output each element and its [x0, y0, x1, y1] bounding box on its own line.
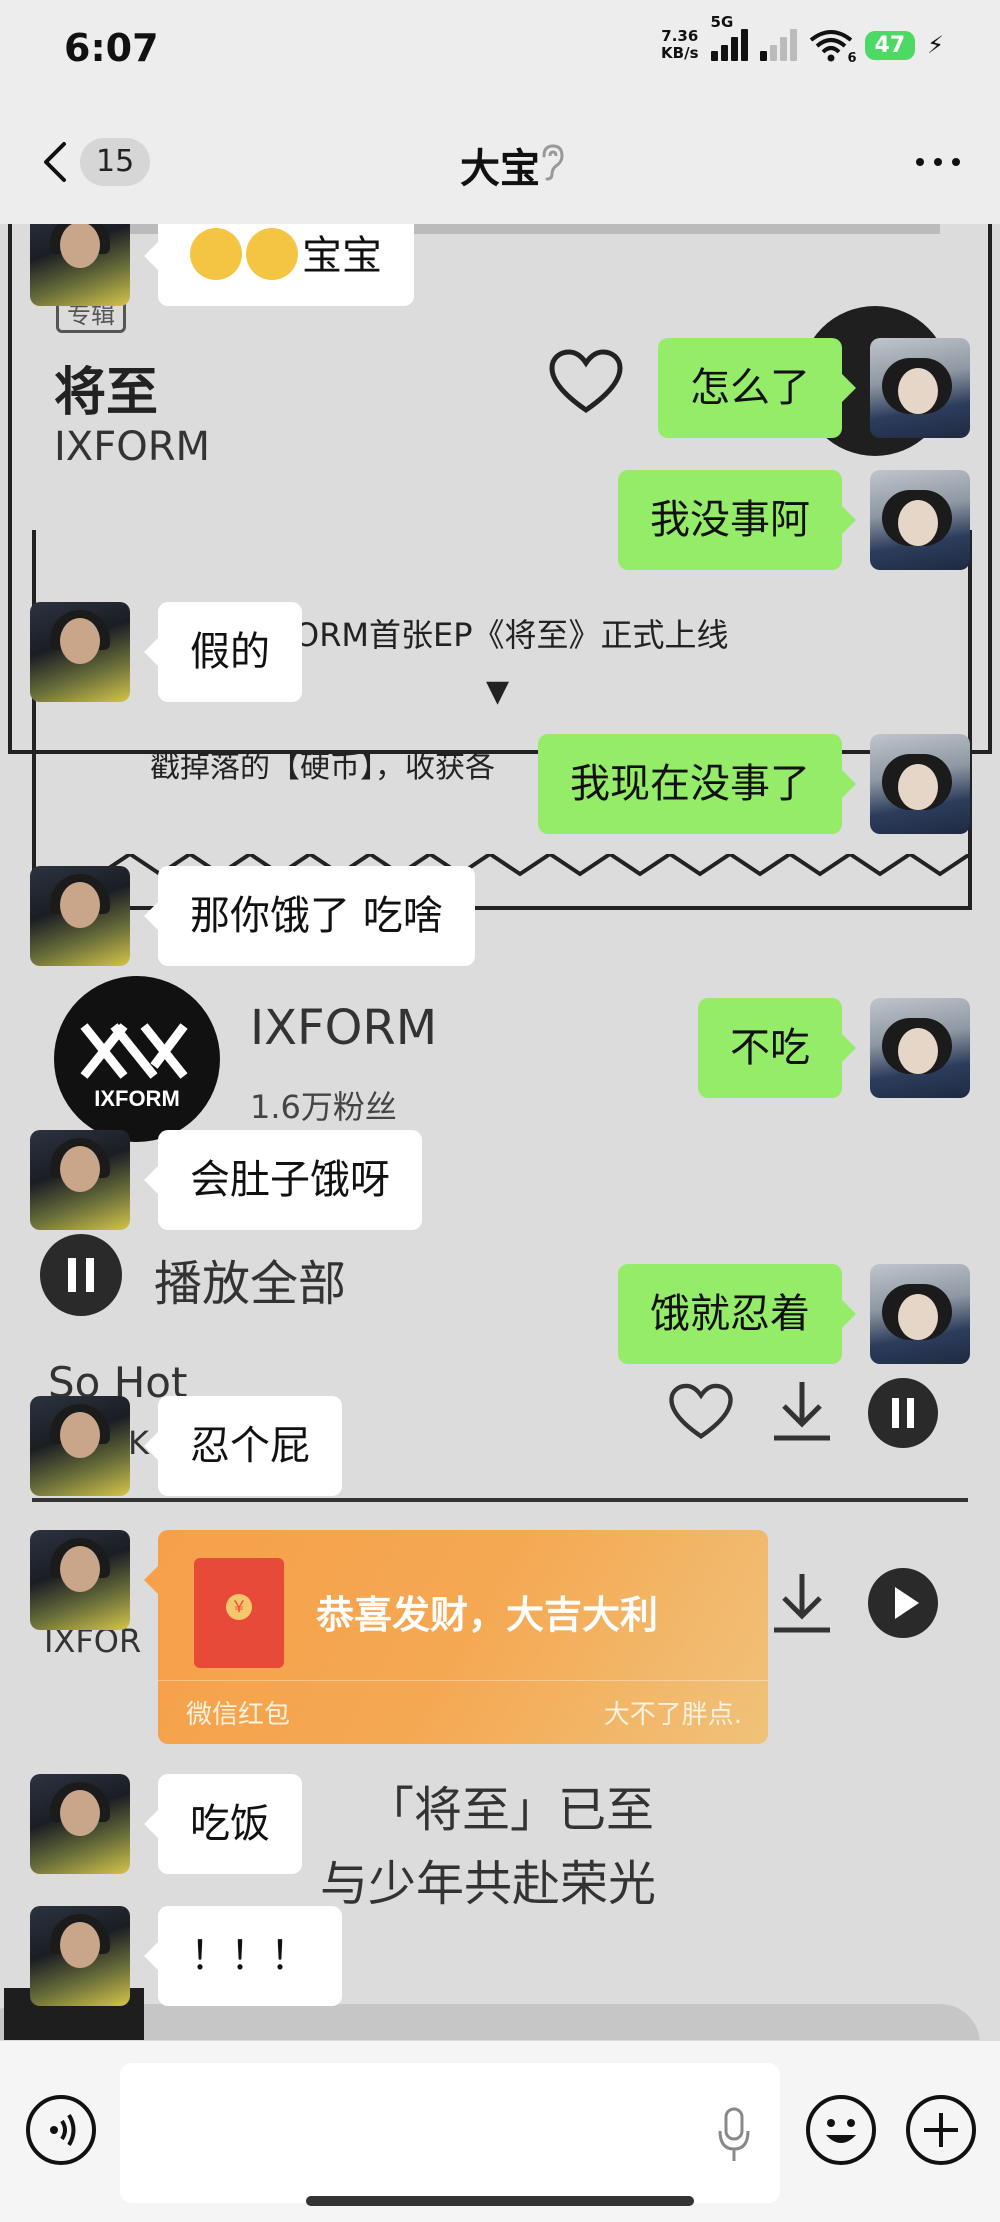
- battery-icon: 47: [864, 30, 916, 60]
- red-packet-card[interactable]: ￥ 恭喜发财，大吉大利 微信红包 大不了胖点.: [158, 1530, 768, 1744]
- status-bar: 6:07 7.36 KB/s 5G 6 47 ⚡: [0, 0, 1000, 100]
- frowning-face-icon: [246, 228, 298, 280]
- artist-logo: IXFORM: [54, 976, 220, 1142]
- my-avatar[interactable]: [870, 1264, 970, 1364]
- message-text: 假的: [190, 629, 270, 675]
- song2-download-icon: [774, 1574, 830, 1633]
- wifi-badge: 6: [847, 51, 857, 66]
- artist-logo-text: IXFORM: [94, 1086, 180, 1111]
- message-bubble[interactable]: 宝宝: [144, 224, 414, 306]
- status-icons: 7.36 KB/s 5G 6 47 ⚡: [661, 13, 944, 66]
- message-text: 饿就忍着: [650, 1291, 810, 1337]
- ep-announcement: ORM首张EP《将至》正式上线: [294, 616, 729, 654]
- song-divider: [32, 1498, 968, 1502]
- red-packet-notch: [144, 1566, 158, 1594]
- message-text: ！！！: [190, 1933, 310, 1979]
- message-bubble[interactable]: 饿就忍着: [618, 1264, 856, 1364]
- message-input[interactable]: [120, 2063, 780, 2203]
- my-avatar[interactable]: [870, 338, 970, 438]
- microphone-icon[interactable]: [718, 2107, 750, 2163]
- message-text: 那你饿了 吃啥: [190, 893, 443, 939]
- message-bubble[interactable]: 假的: [144, 602, 302, 702]
- chat-area[interactable]: 专辑 将至 IXFORM ORM首张EP《将至》正式上线 ▼ 戳掉落的【硬币】，…: [0, 224, 1000, 2040]
- song-like-icon: [669, 1383, 733, 1439]
- message-bubble[interactable]: 我现在没事了: [538, 734, 856, 834]
- wifi-icon: 6: [809, 28, 857, 66]
- album-artist: IXFORM: [54, 424, 210, 470]
- contact-avatar[interactable]: [30, 1396, 130, 1496]
- charging-icon: ⚡: [927, 31, 944, 59]
- message-text: 我现在没事了: [570, 761, 810, 807]
- wallpaper-ticket: [32, 530, 972, 910]
- network-type: 5G: [710, 13, 734, 31]
- more-options-icon[interactable]: [916, 158, 960, 166]
- slogan-line-2: 与少年共赴荣光: [320, 1856, 657, 1912]
- message-bubble[interactable]: 我没事阿: [618, 470, 856, 570]
- play-all-label: 播放全部: [154, 1256, 347, 1312]
- red-packet-greeting: 恭喜发财，大吉大利: [316, 1593, 659, 1637]
- chat-title: 大宝: [460, 146, 540, 192]
- network-speed-value: 7.36: [661, 27, 699, 45]
- contact-avatar[interactable]: [30, 602, 130, 702]
- slogan-line-1: 「将至」已至: [366, 1782, 655, 1838]
- wallpaper: 专辑 将至 IXFORM ORM首张EP《将至》正式上线 ▼ 戳掉落的【硬币】，…: [0, 224, 1000, 2040]
- cell-signal-icon: 5G: [710, 13, 748, 61]
- song-pause-icon: [868, 1378, 938, 1448]
- red-packet-divider: [158, 1680, 768, 1681]
- coin-icon: ￥: [226, 1594, 252, 1620]
- red-packet-sender: 大不了胖点.: [603, 1700, 742, 1730]
- message-text: 不吃: [730, 1025, 810, 1071]
- artist-name: IXFORM: [250, 1000, 438, 1056]
- message-bubble[interactable]: 会肚子饿呀: [144, 1130, 422, 1230]
- emoji-icon[interactable]: [806, 2095, 876, 2165]
- message-bubble[interactable]: 不吃: [698, 998, 856, 1098]
- contact-avatar[interactable]: [30, 866, 130, 966]
- contact-avatar[interactable]: [30, 224, 130, 306]
- voice-mode-icon[interactable]: [26, 2095, 96, 2165]
- message-bubble[interactable]: 那你饿了 吃啥: [144, 866, 475, 966]
- play-all-pause-icon: [40, 1234, 122, 1316]
- home-indicator[interactable]: [306, 2196, 694, 2206]
- red-packet-label: 微信红包: [186, 1700, 291, 1730]
- contact-avatar[interactable]: [30, 1906, 130, 2006]
- wallpaper-bottom-card: [0, 2004, 980, 2040]
- input-bar: [0, 2040, 1000, 2222]
- wallpaper-heart-icon: [549, 349, 623, 414]
- message-text: 忍个屁: [190, 1423, 310, 1469]
- message-bubble[interactable]: ！！！: [144, 1906, 342, 2006]
- message-text: 宝宝: [302, 233, 382, 279]
- my-avatar[interactable]: [870, 470, 970, 570]
- message-text: 我没事阿: [650, 497, 810, 543]
- chat-header: 15 大宝: [0, 100, 1000, 224]
- status-time: 6:07: [64, 26, 159, 70]
- my-avatar[interactable]: [870, 734, 970, 834]
- add-attachment-icon[interactable]: [906, 2095, 976, 2165]
- contact-avatar[interactable]: [30, 1130, 130, 1230]
- message-text: 会肚子饿呀: [190, 1157, 390, 1203]
- album-title: 将至: [54, 363, 159, 423]
- cell-signal-2-icon: [759, 29, 797, 61]
- song2-play-icon: [868, 1568, 938, 1638]
- contact-avatar[interactable]: [30, 1774, 130, 1874]
- song-download-icon: [774, 1382, 830, 1441]
- message-text: 怎么了: [690, 365, 810, 411]
- message-bubble[interactable]: 吃饭: [144, 1774, 302, 1874]
- message-text: 吃饭: [190, 1801, 270, 1847]
- red-envelope-icon: ￥: [194, 1558, 284, 1668]
- my-avatar[interactable]: [870, 998, 970, 1098]
- network-speed: 7.36 KB/s: [661, 28, 698, 62]
- contact-avatar[interactable]: [30, 1530, 130, 1630]
- artist-followers: 1.6万粉丝: [250, 1088, 397, 1126]
- network-speed-unit: KB/s: [661, 44, 699, 62]
- frowning-face-icon: [190, 228, 242, 280]
- coin-text: 戳掉落的【硬币】，收获各: [150, 750, 495, 785]
- message-bubble[interactable]: 忍个屁: [144, 1396, 342, 1496]
- down-arrow-icon: ▼: [486, 674, 510, 709]
- ear-icon: [542, 144, 564, 181]
- message-bubble[interactable]: 怎么了: [658, 338, 856, 438]
